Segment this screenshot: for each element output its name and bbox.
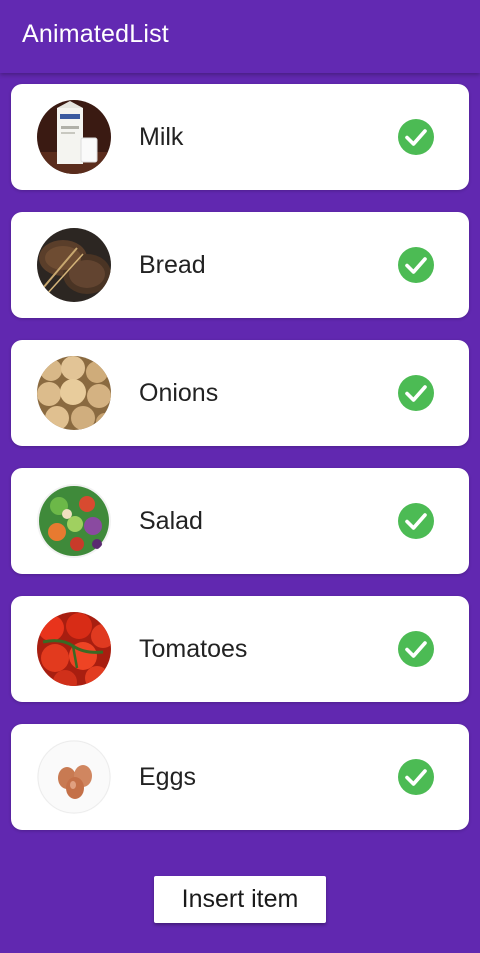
check-circle-icon[interactable] bbox=[398, 247, 434, 283]
item-label: Eggs bbox=[139, 763, 196, 791]
item-label: Tomatoes bbox=[139, 635, 248, 663]
app-title: AnimatedList bbox=[22, 20, 169, 48]
check-circle-icon[interactable] bbox=[398, 631, 434, 667]
insert-item-button[interactable]: Insert item bbox=[154, 876, 326, 923]
animated-list[interactable]: Milk Bread Onions Salad Tomatoes Eggs bbox=[11, 84, 469, 852]
check-circle-icon[interactable] bbox=[398, 503, 434, 539]
check-circle-icon[interactable] bbox=[398, 759, 434, 795]
check-circle-icon[interactable] bbox=[398, 375, 434, 411]
bread-image bbox=[37, 228, 111, 302]
onions-image bbox=[37, 356, 111, 430]
app-bar: AnimatedList bbox=[0, 0, 480, 73]
eggs-image bbox=[37, 740, 111, 814]
list-item-milk[interactable]: Milk bbox=[11, 84, 469, 190]
tomatoes-image bbox=[37, 612, 111, 686]
list-item-tomatoes[interactable]: Tomatoes bbox=[11, 596, 469, 702]
list-item-onions[interactable]: Onions bbox=[11, 340, 469, 446]
check-circle-icon[interactable] bbox=[398, 119, 434, 155]
salad-image bbox=[37, 484, 111, 558]
list-item-bread[interactable]: Bread bbox=[11, 212, 469, 318]
item-label: Onions bbox=[139, 379, 219, 407]
list-item-salad[interactable]: Salad bbox=[11, 468, 469, 574]
milk-image bbox=[37, 100, 111, 174]
list-item-eggs[interactable]: Eggs bbox=[11, 724, 469, 830]
item-label: Salad bbox=[139, 507, 203, 535]
item-label: Bread bbox=[139, 251, 206, 279]
item-label: Milk bbox=[139, 123, 184, 151]
